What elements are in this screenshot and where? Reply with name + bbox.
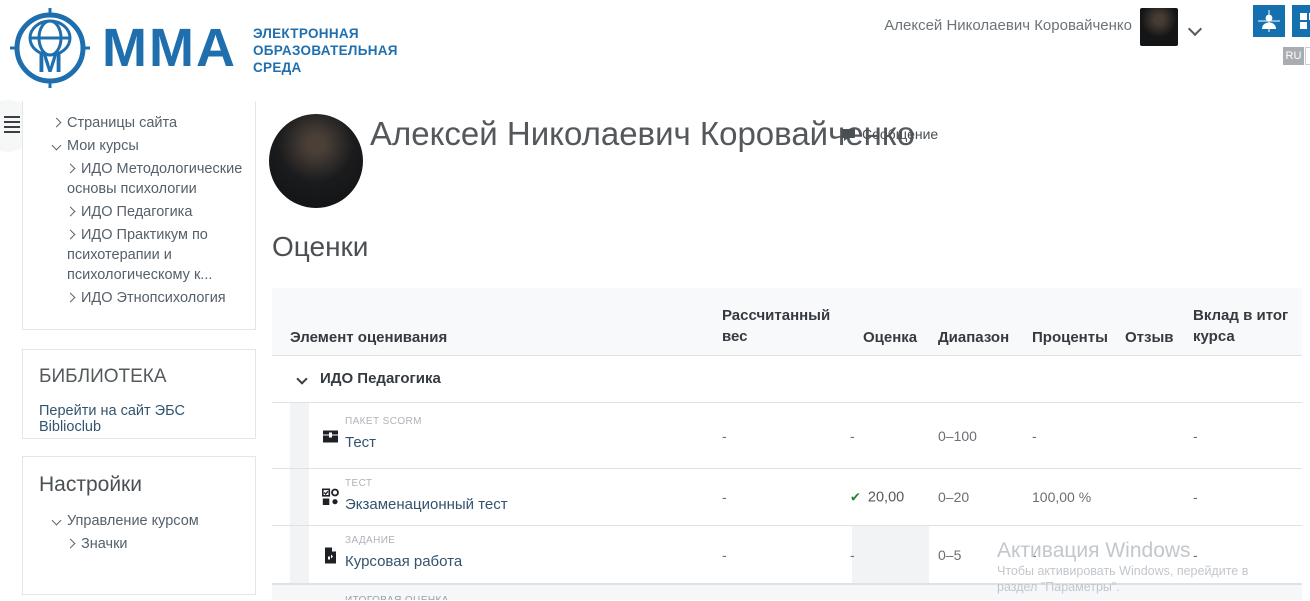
cell-weight: - bbox=[722, 428, 727, 444]
indent-cell bbox=[290, 469, 309, 525]
message-bubble-icon bbox=[842, 128, 855, 141]
tagline-line: ОБРАЗОВАТЕЛЬНАЯ bbox=[253, 42, 398, 59]
brand-name: ММА bbox=[102, 17, 237, 79]
col-header-feedback: Отзыв bbox=[1125, 327, 1174, 348]
sidebar-item-course-methodology[interactable]: ИДО Методологические основы психологии bbox=[23, 159, 243, 199]
empty-grade-cell bbox=[852, 526, 929, 583]
category-name[interactable]: ИДО Педагогика bbox=[320, 370, 441, 387]
chevron-right-icon[interactable] bbox=[66, 539, 76, 549]
person-crosshair-icon bbox=[1258, 10, 1280, 32]
cell-range: 0–5 bbox=[938, 547, 961, 563]
col-header-percent: Проценты bbox=[1032, 327, 1108, 348]
chevron-right-icon[interactable] bbox=[66, 207, 76, 217]
pass-check-icon: ✔ bbox=[850, 490, 861, 505]
cell-range: 0–100 bbox=[938, 428, 977, 444]
tagline-line: ЭЛЕКТРОННАЯ bbox=[253, 25, 398, 42]
cell-contribution: - bbox=[1193, 428, 1198, 444]
indent-cell bbox=[290, 403, 309, 468]
sidebar-item-course-pedagogy[interactable]: ИДО Педагогика bbox=[23, 202, 243, 222]
chevron-down-icon[interactable] bbox=[52, 141, 62, 151]
tagline-line: СРЕДА bbox=[253, 59, 398, 76]
col-header-range: Диапазон bbox=[938, 327, 1009, 348]
category-row-pedagogy: ИДО Педагогика bbox=[272, 356, 1302, 403]
site-logo[interactable]: М ММА ЭЛЕКТРОННАЯ ОБРАЗОВАТЕЛЬНАЯ СРЕДА bbox=[8, 6, 398, 90]
cell-percent: - bbox=[1032, 547, 1037, 563]
table-row: ЗАДАНИЕ Курсовая работа - - 0–5 - - bbox=[272, 526, 1302, 584]
cell-percent: - bbox=[1032, 428, 1037, 444]
cell-grade: ✔ 20,00 bbox=[850, 489, 904, 506]
sidebar-item-my-courses[interactable]: Мои курсы bbox=[23, 136, 243, 156]
chevron-right-icon[interactable] bbox=[66, 293, 76, 303]
topbar-user-name[interactable]: Алексей Николаевич Коровайченко bbox=[884, 17, 1132, 34]
svg-text:М: М bbox=[38, 46, 63, 79]
settings-title: Настройки bbox=[23, 473, 239, 497]
sidebar-item-course-practicum[interactable]: ИДО Практикум по психотерапии и психолог… bbox=[23, 225, 243, 285]
table-row: ТЕСТ Экзаменационный тест - ✔20,00 0–20 … bbox=[272, 469, 1302, 526]
globe-logo-icon: М bbox=[8, 6, 92, 90]
message-label[interactable]: Сообщение bbox=[862, 126, 938, 142]
col-header-contribution: Вклад в итог курса bbox=[1193, 305, 1299, 347]
col-header-item: Элемент оценивания bbox=[290, 327, 447, 348]
collapse-chevron-down-icon[interactable] bbox=[296, 373, 307, 384]
cell-contribution: - bbox=[1193, 489, 1198, 505]
item-link-test[interactable]: Тест bbox=[345, 434, 376, 451]
scorm-package-icon bbox=[322, 427, 339, 444]
table-row: ПАКЕТ SCORM Тест - - 0–100 - - bbox=[272, 403, 1302, 469]
cell-grade: - bbox=[850, 428, 855, 444]
chevron-right-icon[interactable] bbox=[66, 164, 76, 174]
user-menu-chevron-down-icon[interactable] bbox=[1188, 22, 1202, 36]
library-title: БИБЛИОТЕКА bbox=[39, 366, 239, 388]
grades-table-header: Элемент оценивания Рассчитанный вес Оцен… bbox=[272, 288, 1302, 356]
cell-percent: 100,00 % bbox=[1032, 489, 1091, 505]
item-type-label: ЗАДАНИЕ bbox=[345, 535, 395, 546]
chevron-right-icon[interactable] bbox=[52, 118, 62, 128]
library-link[interactable]: Перейти на сайт ЭБС Biblioclub bbox=[39, 403, 239, 435]
quiz-icon bbox=[322, 489, 339, 506]
language-badge-alt[interactable] bbox=[1305, 47, 1310, 65]
nav-block: Страницы сайта Мои курсы ИДО Методологич… bbox=[22, 101, 256, 330]
chevron-right-icon[interactable] bbox=[66, 230, 76, 240]
language-badge-ru[interactable]: RU bbox=[1283, 47, 1304, 65]
cell-range: 0–20 bbox=[938, 489, 969, 505]
item-type-label: ПАКЕТ SCORM bbox=[345, 416, 422, 427]
profile-name: Алексей Николаевич Коровайченко bbox=[370, 115, 915, 153]
cell-weight: - bbox=[722, 547, 727, 563]
sidebar-item-site-pages[interactable]: Страницы сайта bbox=[23, 113, 243, 133]
sidebar-item-badges[interactable]: Значки bbox=[23, 534, 239, 554]
assignment-icon bbox=[322, 546, 339, 563]
message-button[interactable]: Сообщение bbox=[842, 126, 938, 142]
chevron-down-icon[interactable] bbox=[52, 516, 62, 526]
sidebar-item-course-administration[interactable]: Управление курсом bbox=[23, 511, 239, 531]
indent-cell bbox=[290, 526, 309, 583]
grid-icon bbox=[1298, 11, 1310, 31]
col-header-weight: Рассчитанный вес bbox=[722, 305, 834, 347]
col-header-grade: Оценка bbox=[863, 327, 917, 348]
topbar-avatar[interactable] bbox=[1140, 8, 1178, 46]
library-block: БИБЛИОТЕКА Перейти на сайт ЭБС Biblioclu… bbox=[22, 349, 256, 439]
item-type-label: ТЕСТ bbox=[345, 478, 372, 489]
settings-block: Настройки Управление курсом Значки bbox=[22, 456, 256, 595]
brand-tagline: ЭЛЕКТРОННАЯ ОБРАЗОВАТЕЛЬНАЯ СРЕДА bbox=[253, 25, 398, 76]
cell-grade: - bbox=[850, 547, 855, 563]
apps-tile-button[interactable] bbox=[1292, 5, 1310, 37]
topbar: М ММА ЭЛЕКТРОННАЯ ОБРАЗОВАТЕЛЬНАЯ СРЕДА … bbox=[0, 0, 1310, 100]
total-row-label: ИТОГОВАЯ ОЦЕНКА bbox=[345, 595, 449, 600]
course-total-row-clipped: ИТОГОВАЯ ОЦЕНКА bbox=[272, 584, 1302, 600]
accessibility-tile-button[interactable] bbox=[1253, 5, 1285, 37]
cell-weight: - bbox=[722, 489, 727, 505]
grades-table: Элемент оценивания Рассчитанный вес Оцен… bbox=[272, 288, 1302, 601]
item-link-exam-test[interactable]: Экзаменационный тест bbox=[345, 496, 508, 513]
page-title: Оценки bbox=[272, 231, 368, 263]
profile-avatar bbox=[269, 114, 363, 208]
item-link-coursework[interactable]: Курсовая работа bbox=[345, 553, 462, 570]
grade-value: 20,00 bbox=[868, 490, 904, 506]
sidebar-item-course-ethnopsychology[interactable]: ИДО Этнопсихология bbox=[23, 288, 243, 308]
cell-contribution: - bbox=[1193, 547, 1198, 563]
menu-toggle-button[interactable] bbox=[4, 116, 20, 136]
screen: М ММА ЭЛЕКТРОННАЯ ОБРАЗОВАТЕЛЬНАЯ СРЕДА … bbox=[0, 0, 1310, 601]
